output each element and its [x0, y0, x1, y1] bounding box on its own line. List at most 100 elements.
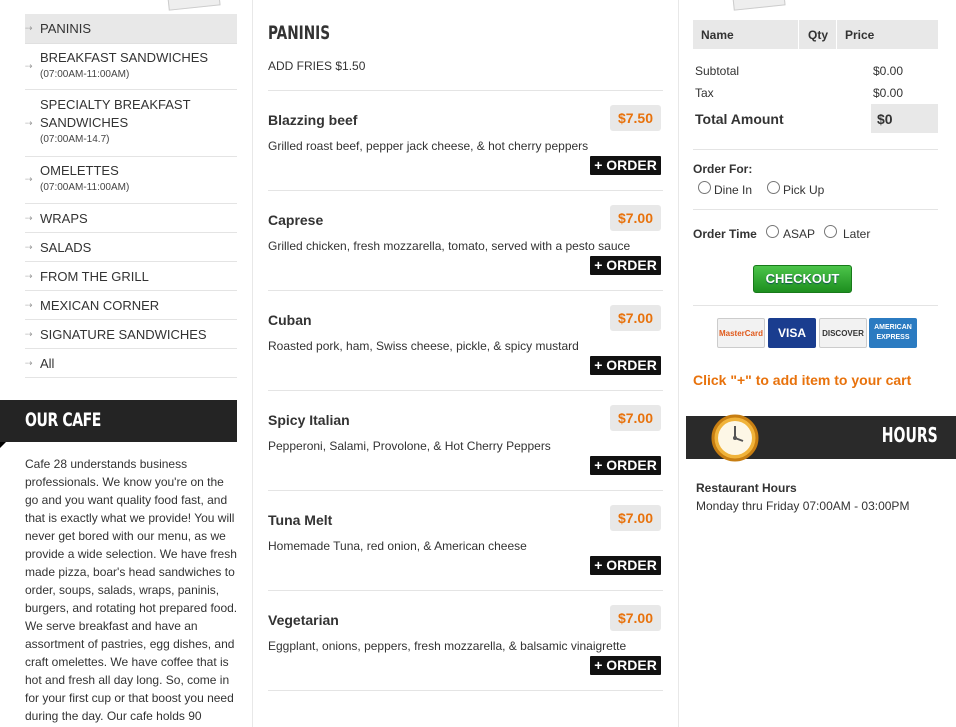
item-price: $7.50 [610, 105, 661, 131]
later-radio[interactable] [824, 225, 837, 238]
order-button[interactable]: + ORDER [590, 556, 661, 575]
hours-title: HOURS [882, 423, 938, 447]
tax-label: Tax [695, 86, 714, 100]
category-hours: (07:00AM-11:00AM) [40, 182, 130, 193]
hours-label: Restaurant Hours [696, 481, 797, 495]
pick-up-label: Pick Up [783, 183, 825, 197]
order-for-label: Order For: [693, 162, 753, 176]
order-button[interactable]: + ORDER [590, 356, 661, 375]
order-time-label: Order Time [693, 227, 757, 241]
col-name: Name [701, 28, 734, 42]
tax-value: $0.00 [873, 86, 904, 100]
category-hours: (07:00AM-11:00AM) [40, 69, 130, 80]
hours-text: Monday thru Friday 07:00AM - 03:00PM [696, 499, 910, 513]
item-description: Roasted pork, ham, Swiss cheese, pickle,… [268, 339, 579, 353]
category-label: WRAPS [40, 211, 88, 226]
category-wraps[interactable]: ⇢ WRAPS [25, 204, 237, 233]
divider [693, 209, 938, 210]
visa-icon: VISA [768, 318, 816, 348]
item-description: Eggplant, onions, peppers, fresh mozzare… [268, 639, 627, 653]
arrow-icon: ⇢ [25, 329, 33, 339]
item-name: Tuna Melt [268, 512, 333, 528]
item-name: Vegetarian [268, 612, 339, 628]
arrow-icon: ⇢ [25, 213, 33, 223]
category-label: BREAKFAST SANDWICHES [40, 50, 209, 65]
our-cafe-text: Cafe 28 understands business professiona… [25, 457, 238, 723]
dine-in-label: Dine In [714, 183, 753, 197]
category-label: OMELETTES [40, 163, 119, 178]
category-specialty-breakfast[interactable]: ⇢ SPECIALTY BREAKFAST SANDWICHES (07:00A… [25, 90, 237, 157]
category-from-the-grill[interactable]: ⇢ FROM THE GRILL [25, 262, 237, 291]
category-signature-sandwiches[interactable]: ⇢ SIGNATURE SANDWICHES [25, 320, 237, 349]
item-name: Spicy Italian [268, 412, 350, 428]
pick-up-radio[interactable] [767, 181, 780, 194]
order-button[interactable]: + ORDER [590, 156, 661, 175]
category-label: SIGNATURE SANDWICHES [40, 327, 207, 342]
category-paninis[interactable]: ⇢ PANINIS [25, 14, 237, 44]
arrow-icon: ⇢ [25, 118, 33, 128]
amex-icon: AMERICAN EXPRESS [869, 318, 917, 348]
category-label: SPECIALTY BREAKFAST SANDWICHES [40, 97, 191, 130]
category-label: All [40, 356, 55, 371]
menu-title: PANINIS [268, 22, 331, 44]
menu-item-divider [268, 690, 663, 727]
category-all[interactable]: ⇢ All [25, 349, 237, 378]
discover-icon: DISCOVER [819, 318, 867, 348]
category-mexican-corner[interactable]: ⇢ MEXICAN CORNER [25, 291, 237, 320]
item-description: Grilled chicken, fresh mozzarella, tomat… [268, 239, 631, 253]
item-description: Grilled roast beef, pepper jack cheese, … [268, 139, 589, 153]
order-button[interactable]: + ORDER [590, 656, 661, 675]
arrow-icon: ⇢ [25, 300, 33, 310]
menu-subtitle: ADD FRIES $1.50 [268, 59, 366, 73]
asap-label: ASAP [783, 227, 816, 241]
item-description: Pepperoni, Salami, Provolone, & Hot Cher… [268, 439, 551, 453]
add-to-cart-hint: Click "+" to add item to your cart [693, 372, 912, 388]
menu-item: Vegetarian $7.00 Eggplant, onions, peppe… [268, 590, 663, 690]
item-name: Caprese [268, 212, 324, 228]
menu-item: Caprese $7.00 Grilled chicken, fresh moz… [268, 190, 663, 290]
arrow-icon: ⇢ [25, 242, 33, 252]
subtotal-label: Subtotal [695, 64, 740, 78]
checkout-button[interactable]: CHECKOUT [753, 265, 852, 293]
item-description: Homemade Tuna, red onion, & American che… [268, 539, 527, 553]
item-price: $7.00 [610, 205, 661, 231]
our-cafe-title: OUR CAFE [25, 409, 101, 431]
item-price: $7.00 [610, 305, 661, 331]
category-label: FROM THE GRILL [40, 269, 149, 284]
mastercard-icon: MasterCard [717, 318, 765, 348]
category-salads[interactable]: ⇢ SALADS [25, 233, 237, 262]
dine-in-radio[interactable] [698, 181, 711, 194]
cart-table-header: Name Qty Price [693, 20, 938, 49]
total-label: Total Amount [695, 111, 784, 127]
subtotal-value: $0.00 [873, 64, 904, 78]
arrow-icon: ⇢ [25, 23, 33, 33]
category-label: SALADS [40, 240, 92, 255]
order-button[interactable]: + ORDER [590, 456, 661, 475]
menu-item: Tuna Melt $7.00 Homemade Tuna, red onion… [268, 490, 663, 590]
item-name: Blazzing beef [268, 112, 358, 128]
menu-item: Cuban $7.00 Roasted pork, ham, Swiss che… [268, 290, 663, 390]
arrow-icon: ⇢ [25, 174, 33, 184]
later-label: Later [843, 227, 871, 241]
item-name: Cuban [268, 312, 312, 328]
total-value: $0 [877, 111, 893, 127]
arrow-icon: ⇢ [25, 61, 33, 71]
category-label: PANINIS [40, 21, 92, 36]
item-price: $7.00 [610, 505, 661, 531]
page: { "categories": [ {"name": "PANINIS", "s… [0, 0, 956, 727]
arrow-icon: ⇢ [25, 358, 33, 368]
menu-item: Spicy Italian $7.00 Pepperoni, Salami, P… [268, 390, 663, 490]
item-price: $7.00 [610, 605, 661, 631]
arrow-icon: ⇢ [25, 271, 33, 281]
divider [693, 305, 938, 306]
order-button[interactable]: + ORDER [590, 256, 661, 275]
menu-item: Blazzing beef $7.50 Grilled roast beef, … [268, 90, 663, 190]
asap-radio[interactable] [766, 225, 779, 238]
category-omelettes[interactable]: ⇢ OMELETTES (07:00AM-11:00AM) [25, 157, 237, 204]
col-price: Price [845, 28, 875, 42]
divider [693, 149, 938, 150]
category-breakfast-sandwiches[interactable]: ⇢ BREAKFAST SANDWICHES (07:00AM-11:00AM) [25, 44, 237, 90]
clock-icon [711, 414, 759, 462]
col-qty: Qty [808, 28, 829, 42]
category-label: MEXICAN CORNER [40, 298, 160, 313]
